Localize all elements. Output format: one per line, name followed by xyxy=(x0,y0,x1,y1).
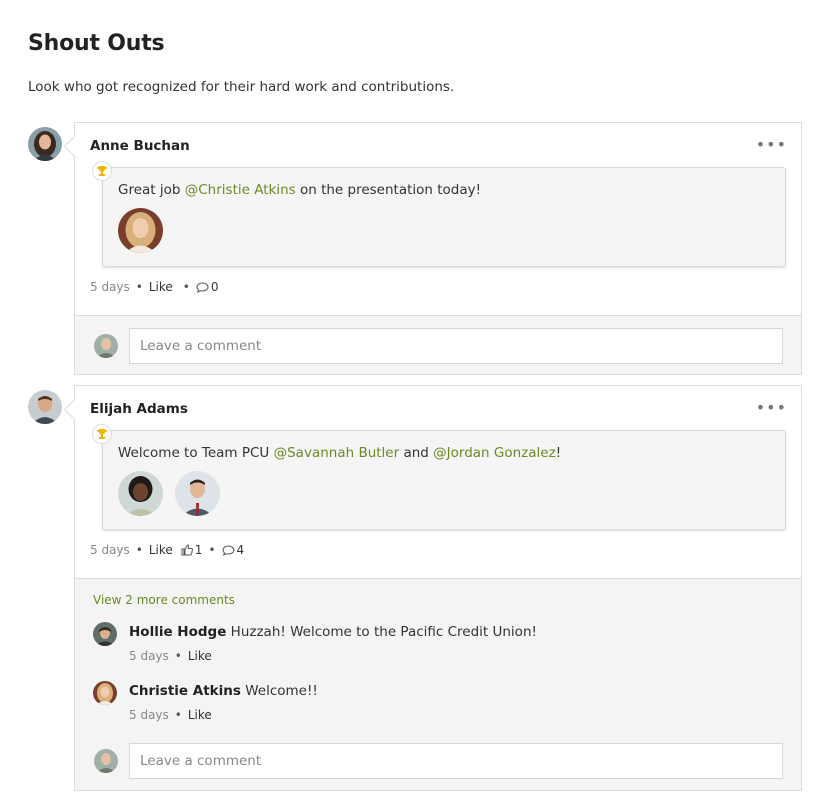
comment-item: Hollie Hodge Huzzah! Welcome to the Paci… xyxy=(93,622,783,666)
comment-body: Christie Atkins Welcome!! xyxy=(129,683,318,699)
shout-text-middle: and xyxy=(399,445,434,461)
separator-dot: • xyxy=(135,543,143,557)
trophy-icon xyxy=(92,161,112,181)
mention-link[interactable]: @Jordan Gonzalez xyxy=(433,445,556,461)
comment-author[interactable]: Christie Atkins xyxy=(129,683,241,699)
shout-post: Anne Buchan ••• Great job @Christie Atki… xyxy=(28,122,802,375)
post-card: Anne Buchan ••• Great job @Christie Atki… xyxy=(74,122,802,375)
page-subtitle: Look who got recognized for their hard w… xyxy=(28,79,455,95)
comment-area xyxy=(75,315,801,374)
author-avatar[interactable] xyxy=(28,127,62,161)
post-time: 5 days xyxy=(90,280,130,294)
comment-avatar[interactable] xyxy=(93,681,117,705)
like-button[interactable]: Like xyxy=(149,280,173,294)
comment-meta: 5 days • Like xyxy=(129,649,212,663)
comment-icon[interactable] xyxy=(196,281,209,293)
thumbs-up-icon[interactable] xyxy=(181,544,193,556)
comment-like-button[interactable]: Like xyxy=(188,649,212,663)
shout-box: Welcome to Team PCU @Savannah Butler and… xyxy=(92,424,786,530)
comment-time: 5 days xyxy=(129,708,169,722)
mention-link[interactable]: @Savannah Butler xyxy=(274,445,400,461)
post-author[interactable]: Elijah Adams xyxy=(90,401,188,417)
current-user-avatar xyxy=(94,749,118,773)
shout-box: Great job @Christie Atkins on the presen… xyxy=(92,161,786,267)
comment-body: Hollie Hodge Huzzah! Welcome to the Paci… xyxy=(129,624,537,640)
post-time: 5 days xyxy=(90,543,130,557)
shout-text-prefix: Welcome to Team PCU xyxy=(118,445,274,461)
separator-dot: • xyxy=(208,543,216,557)
comment-text: Huzzah! Welcome to the Pacific Credit Un… xyxy=(226,624,537,640)
comment-input[interactable] xyxy=(129,743,783,779)
recipient-avatar[interactable] xyxy=(118,208,163,253)
author-avatar[interactable] xyxy=(28,390,62,424)
more-options-icon[interactable]: ••• xyxy=(756,135,787,154)
shout-text: Great job @Christie Atkins on the presen… xyxy=(118,182,481,198)
comment-count: 4 xyxy=(236,543,245,557)
post-meta: 5 days • Like 1 • 4 xyxy=(90,543,244,557)
separator-dot: • xyxy=(174,708,182,722)
comment-author[interactable]: Hollie Hodge xyxy=(129,624,226,640)
separator-dot: • xyxy=(135,280,143,294)
recipient-list xyxy=(118,208,163,253)
recipient-avatar[interactable] xyxy=(175,471,220,516)
comment-time: 5 days xyxy=(129,649,169,663)
like-button[interactable]: Like xyxy=(149,543,173,557)
mention-link[interactable]: @Christie Atkins xyxy=(185,182,296,198)
comment-icon[interactable] xyxy=(222,544,235,556)
shout-text-suffix: on the presentation today! xyxy=(295,182,482,198)
comment-like-button[interactable]: Like xyxy=(188,708,212,722)
post-author[interactable]: Anne Buchan xyxy=(90,138,190,154)
view-more-comments-link[interactable]: View 2 more comments xyxy=(93,593,235,607)
shout-text: Welcome to Team PCU @Savannah Butler and… xyxy=(118,445,561,461)
comment-avatar[interactable] xyxy=(93,622,117,646)
shout-text-suffix: ! xyxy=(555,445,562,461)
recipient-list xyxy=(118,471,220,516)
like-count: 1 xyxy=(194,543,203,557)
recipient-avatar[interactable] xyxy=(118,471,163,516)
comment-item: Christie Atkins Welcome!! 5 days • Like xyxy=(93,681,783,725)
comment-count: 0 xyxy=(210,280,219,294)
comment-text: Welcome!! xyxy=(240,683,318,699)
comment-meta: 5 days • Like xyxy=(129,708,212,722)
trophy-icon xyxy=(92,424,112,444)
shout-post: Elijah Adams ••• Welcome to Team PCU @Sa… xyxy=(28,385,802,791)
separator-dot: • xyxy=(174,649,182,663)
post-card: Elijah Adams ••• Welcome to Team PCU @Sa… xyxy=(74,385,802,791)
page-title: Shout Outs xyxy=(28,31,165,56)
current-user-avatar xyxy=(94,334,118,358)
shout-text-prefix: Great job xyxy=(118,182,185,198)
comment-input[interactable] xyxy=(129,328,783,364)
more-options-icon[interactable]: ••• xyxy=(756,398,787,417)
post-meta: 5 days • Like • 0 xyxy=(90,280,219,294)
comment-area: View 2 more comments Hollie Hodge Huzzah… xyxy=(75,578,801,790)
separator-dot: • xyxy=(182,280,190,294)
